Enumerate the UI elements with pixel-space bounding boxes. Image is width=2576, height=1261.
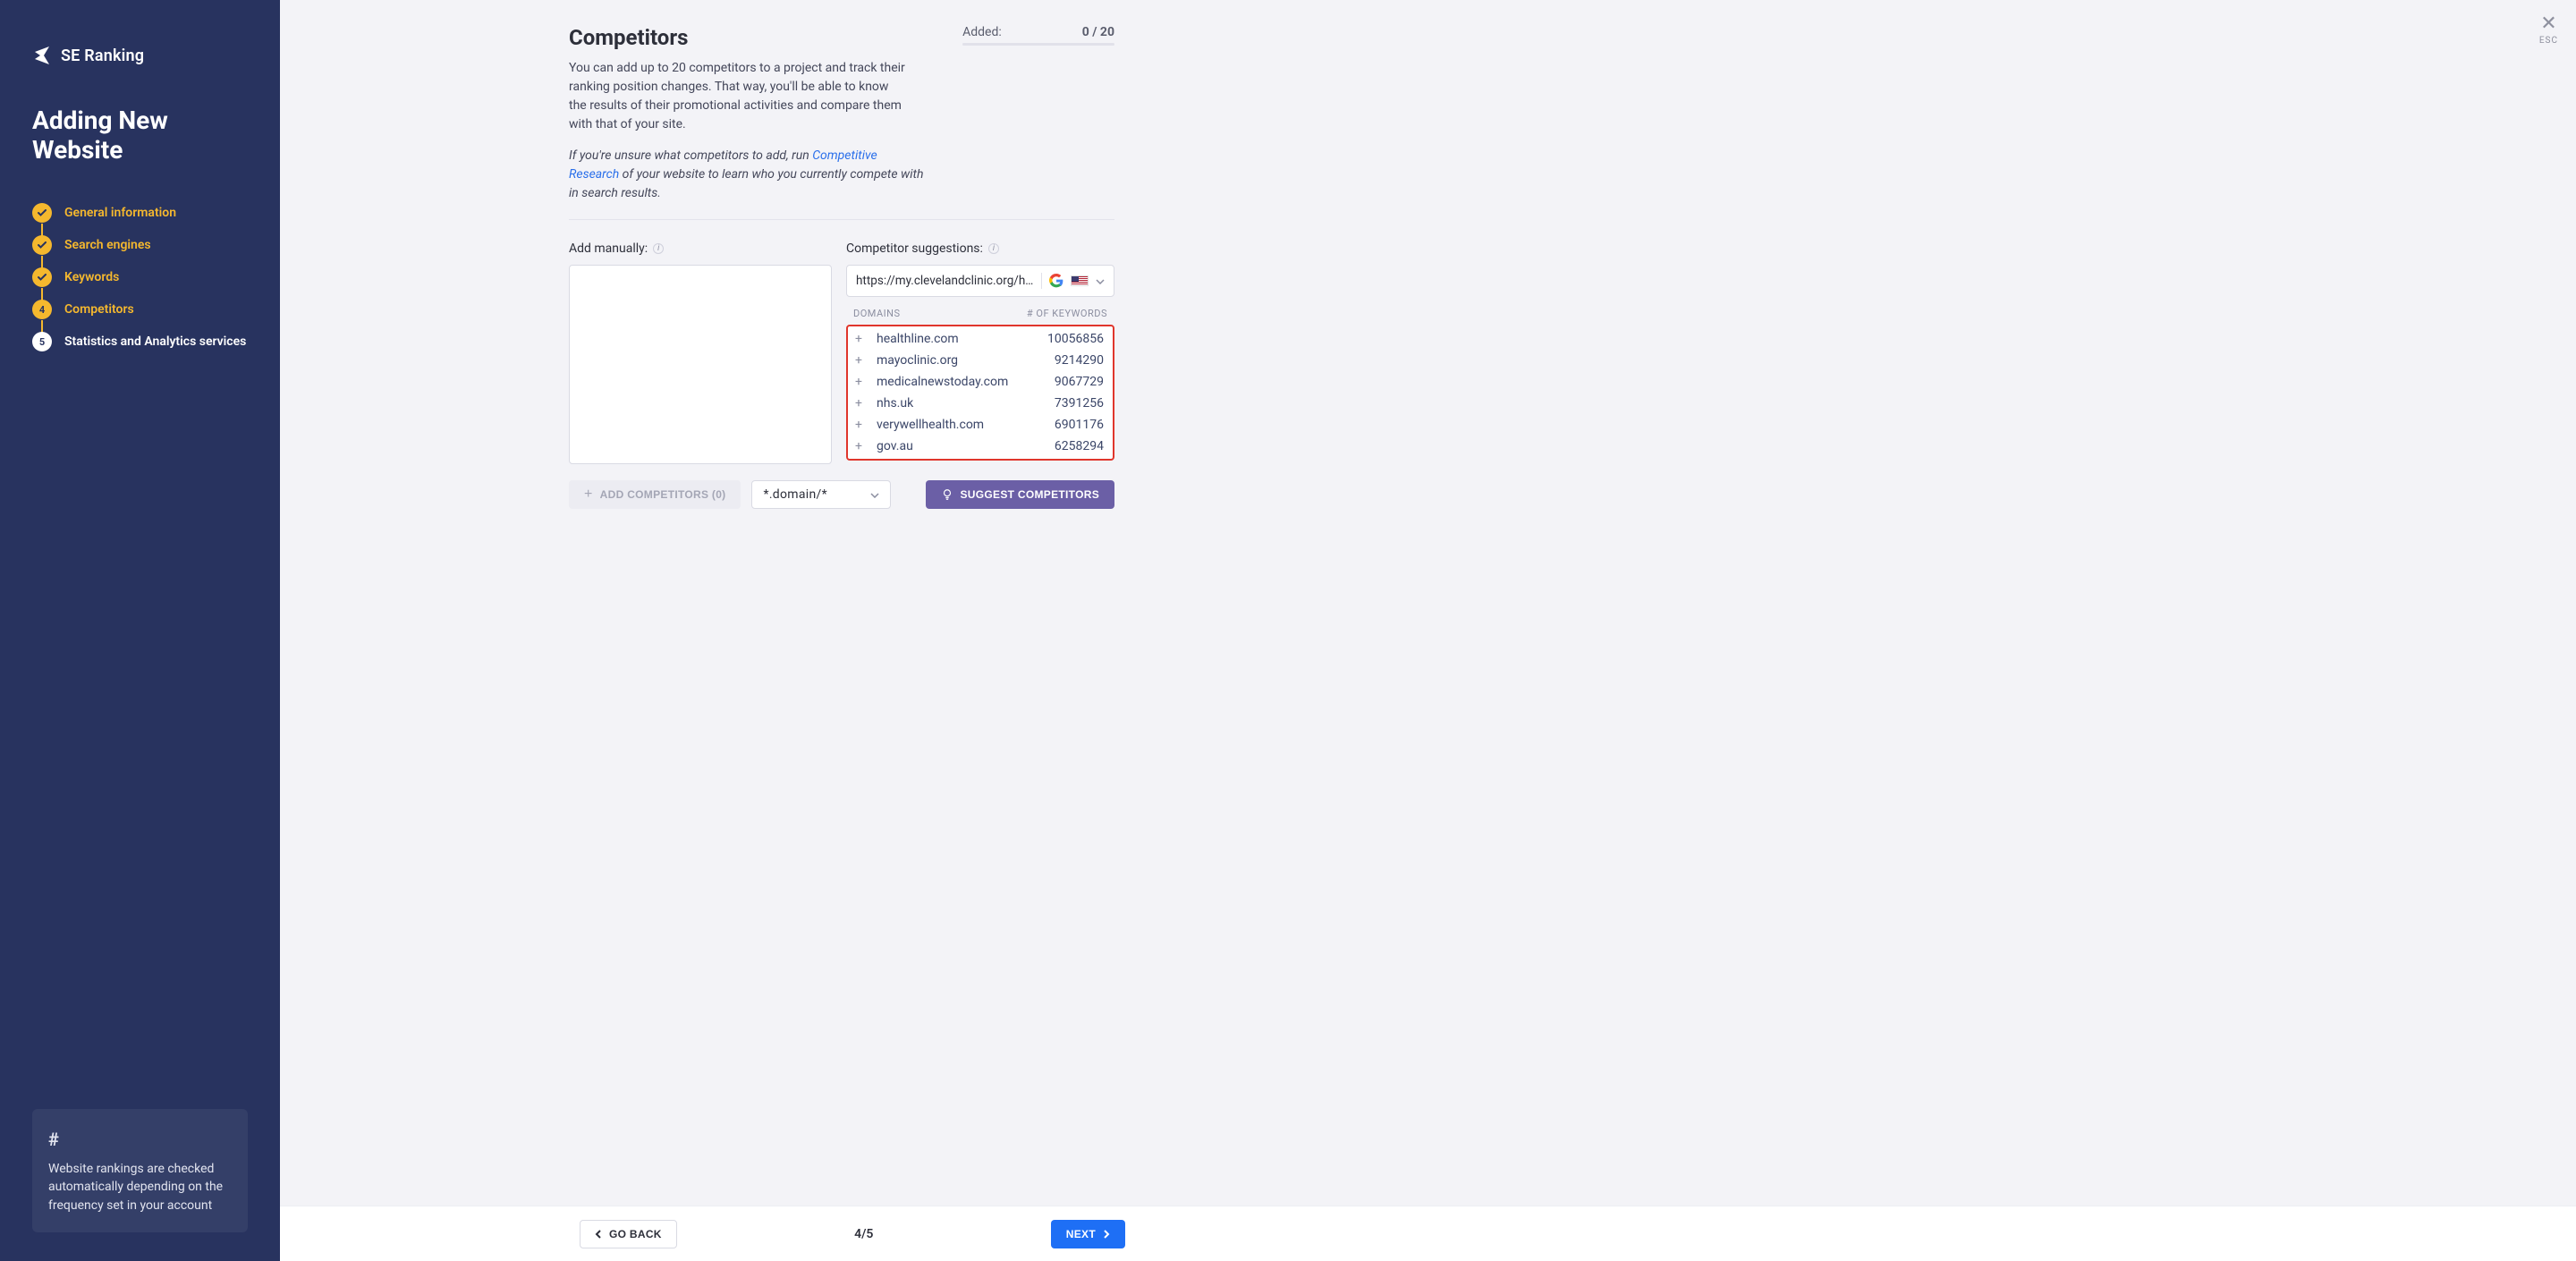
suggestion-keywords: 10056856 xyxy=(1047,332,1104,346)
suggestion-keywords: 6901176 xyxy=(1055,418,1104,432)
suggestion-keywords: 9214290 xyxy=(1055,353,1104,368)
step-label: Keywords xyxy=(64,270,119,284)
check-icon xyxy=(32,267,52,287)
added-value: 0 / 20 xyxy=(1082,25,1114,39)
suggestion-row: + nhs.uk 7391256 xyxy=(848,393,1113,414)
suggestion-row: + medicalnewstoday.com 9067729 xyxy=(848,371,1113,393)
add-competitors-button: + ADD COMPETITORS (0) xyxy=(569,480,741,509)
suggestion-domain: mayoclinic.org xyxy=(877,353,1055,368)
step-statistics[interactable]: 5 Statistics and Analytics services xyxy=(32,326,248,358)
add-suggestion-button[interactable]: + xyxy=(855,375,869,389)
brand-name: SE Ranking xyxy=(61,47,144,65)
suggest-competitors-button[interactable]: SUGGEST COMPETITORS xyxy=(926,480,1115,509)
step-label: Competitors xyxy=(64,302,134,317)
brand-logo: SE Ranking xyxy=(32,43,248,68)
step-search-engines[interactable]: Search engines xyxy=(32,229,248,261)
us-flag-icon xyxy=(1071,275,1089,286)
step-competitors[interactable]: 4 Competitors xyxy=(32,293,248,326)
add-manually-input[interactable] xyxy=(569,265,832,464)
step-label: General information xyxy=(64,206,176,220)
chevron-down-icon xyxy=(1096,274,1105,288)
sidebar-title: Adding New Website xyxy=(32,106,248,165)
main: ✕ ESC Competitors Added: 0 / 20 You can … xyxy=(280,0,2576,1261)
step-label: Statistics and Analytics services xyxy=(64,334,246,349)
suggestions-list: + healthline.com 10056856 + mayoclinic.o… xyxy=(846,325,1114,461)
page-title: Competitors xyxy=(569,25,688,50)
chevron-down-icon xyxy=(870,487,879,502)
sidebar: SE Ranking Adding New Website General in… xyxy=(0,0,280,1261)
brand-icon xyxy=(32,43,52,68)
added-progress-bar xyxy=(962,43,1114,46)
suggestion-keywords: 6258294 xyxy=(1055,439,1104,453)
step-number-icon: 4 xyxy=(32,300,52,319)
domain-scope-select[interactable]: *.domain/* xyxy=(751,480,891,509)
step-label: Search engines xyxy=(64,238,151,252)
description: You can add up to 20 competitors to a pr… xyxy=(569,59,909,134)
suggestion-row: + gov.au 6258294 xyxy=(848,436,1113,457)
step-general-information[interactable]: General information xyxy=(32,197,248,229)
suggestion-source-value: https://my.clevelandclinic.org/health xyxy=(856,274,1034,288)
suggestion-source-select[interactable]: https://my.clevelandclinic.org/health xyxy=(846,265,1114,297)
wizard-steps: General information Search engines Keywo… xyxy=(32,197,248,358)
hash-icon: # xyxy=(48,1127,232,1153)
col-keywords: # OF KEYWORDS xyxy=(1027,308,1107,319)
sidebar-info: # Website rankings are checked automatic… xyxy=(32,1109,248,1232)
suggestion-row: + mayoclinic.org 9214290 xyxy=(848,350,1113,371)
add-suggestion-button[interactable]: + xyxy=(855,418,869,432)
info-icon[interactable]: i xyxy=(653,243,664,254)
check-icon xyxy=(32,235,52,255)
close-esc-label: ESC xyxy=(2539,36,2558,46)
plus-icon: + xyxy=(584,487,593,503)
suggestion-row: + healthline.com 10056856 xyxy=(848,328,1113,350)
suggestion-domain: healthline.com xyxy=(877,332,1047,346)
suggestions-header: DOMAINS # OF KEYWORDS xyxy=(846,297,1114,325)
footer: GO BACK 4/5 NEXT xyxy=(280,1206,2576,1261)
info-icon[interactable]: i xyxy=(988,243,999,254)
next-button[interactable]: NEXT xyxy=(1051,1220,1125,1248)
step-number-icon: 5 xyxy=(32,332,52,351)
add-suggestion-button[interactable]: + xyxy=(855,439,869,453)
description-italic: If you're unsure what competitors to add… xyxy=(569,147,927,203)
sidebar-info-text: Website rankings are checked automatical… xyxy=(48,1160,232,1214)
go-back-button[interactable]: GO BACK xyxy=(580,1220,677,1248)
pager: 4/5 xyxy=(854,1227,873,1241)
chevron-left-icon xyxy=(595,1227,602,1241)
add-manually-label: Add manually: i xyxy=(569,241,832,256)
suggestion-domain: nhs.uk xyxy=(877,396,1055,410)
added-label: Added: xyxy=(962,25,1002,39)
google-icon xyxy=(1049,274,1063,288)
added-counter: Added: 0 / 20 xyxy=(962,25,1114,46)
add-suggestion-button[interactable]: + xyxy=(855,332,869,346)
add-suggestion-button[interactable]: + xyxy=(855,353,869,368)
add-suggestion-button[interactable]: + xyxy=(855,396,869,410)
lightbulb-icon xyxy=(941,488,953,501)
suggestion-domain: medicalnewstoday.com xyxy=(877,375,1055,389)
divider xyxy=(569,219,1114,220)
suggestions-label: Competitor suggestions: i xyxy=(846,241,1114,256)
suggestion-domain: verywellhealth.com xyxy=(877,418,1055,432)
close-icon: ✕ xyxy=(2539,14,2558,34)
col-domains: DOMAINS xyxy=(853,308,901,319)
suggestion-keywords: 7391256 xyxy=(1055,396,1104,410)
chevron-right-icon xyxy=(1103,1227,1110,1241)
check-icon xyxy=(32,203,52,223)
close-button[interactable]: ✕ ESC xyxy=(2539,14,2558,46)
suggestion-domain: gov.au xyxy=(877,439,1055,453)
suggestion-row: + verywellhealth.com 6901176 xyxy=(848,414,1113,436)
step-keywords[interactable]: Keywords xyxy=(32,261,248,293)
suggestion-keywords: 9067729 xyxy=(1055,375,1104,389)
